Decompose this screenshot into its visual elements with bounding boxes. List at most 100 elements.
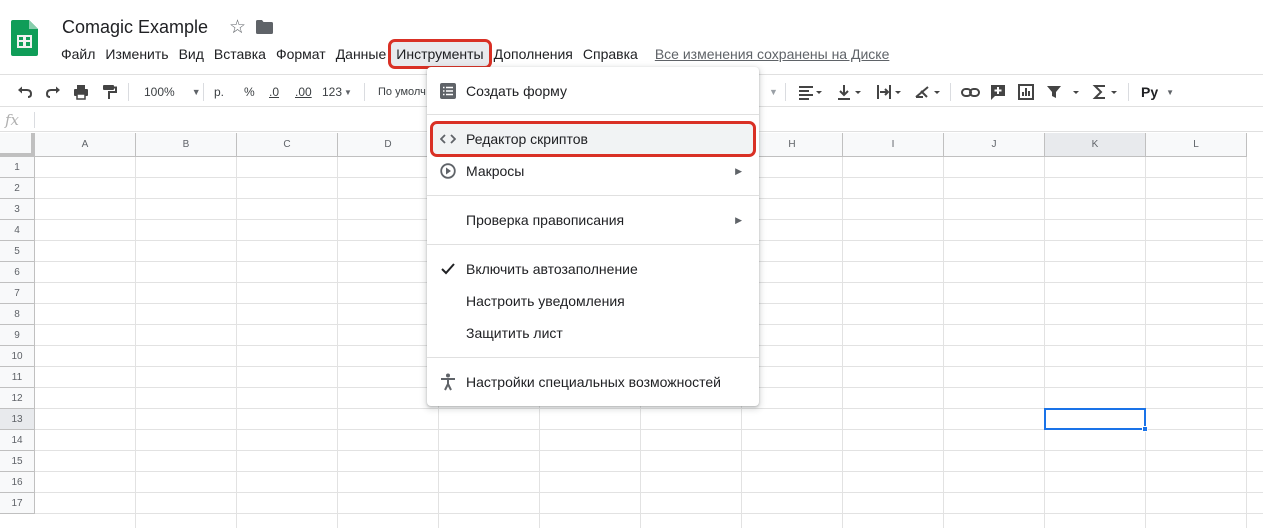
chevron-down-icon[interactable]: ▼ <box>769 82 778 102</box>
currency-format-button[interactable]: р. <box>214 82 224 102</box>
row-header[interactable]: 2 <box>0 178 35 199</box>
row-header[interactable]: 9 <box>0 325 35 346</box>
input-tools-button[interactable]: Ру ▼ <box>1141 82 1174 102</box>
menu-item-label: Настроить уведомления <box>466 293 625 309</box>
filter-icon[interactable] <box>1046 82 1084 102</box>
text-rotation-icon[interactable] <box>914 82 944 102</box>
menu-item-autocomplete[interactable]: Включить автозаполнение <box>427 254 759 284</box>
row-header[interactable]: 6 <box>0 262 35 283</box>
selected-cell[interactable] <box>1044 408 1146 430</box>
menu-item-create-form[interactable]: Создать форму <box>427 76 759 106</box>
percent-label: % <box>244 85 255 99</box>
increase-decimal-button[interactable]: .00 <box>295 82 312 102</box>
column-header[interactable]: J <box>944 133 1045 157</box>
menu-addons[interactable]: Дополнения <box>489 42 578 66</box>
insert-link-icon[interactable] <box>961 82 981 102</box>
sheets-logo-icon[interactable] <box>11 20 38 56</box>
grid-line <box>35 492 1263 493</box>
font-family-value: По умолч <box>378 86 426 98</box>
horizontal-align-icon[interactable] <box>797 82 823 102</box>
menu-item-label: Редактор скриптов <box>466 131 588 147</box>
column-header[interactable]: L <box>1146 133 1247 157</box>
row-header[interactable]: 11 <box>0 367 35 388</box>
functions-icon[interactable] <box>1092 82 1122 102</box>
row-header[interactable]: 16 <box>0 472 35 493</box>
print-icon[interactable] <box>72 82 90 102</box>
column-header[interactable]: I <box>843 133 944 157</box>
menu-view[interactable]: Вид <box>174 42 209 66</box>
row-header[interactable]: 3 <box>0 199 35 220</box>
column-header[interactable]: A <box>35 133 136 157</box>
grid-line <box>842 157 843 528</box>
percent-format-button[interactable]: % <box>244 82 255 102</box>
more-formats-button[interactable]: 123 ▼ <box>322 82 352 102</box>
column-header[interactable]: C <box>237 133 338 157</box>
paint-format-icon[interactable] <box>100 82 118 102</box>
insert-chart-icon[interactable] <box>1017 82 1035 102</box>
row-header[interactable]: 10 <box>0 346 35 367</box>
menu-divider <box>427 357 759 358</box>
decrease-decimal-button[interactable]: .0 <box>269 82 279 102</box>
menu-item-macros[interactable]: Макросы ▶ <box>427 156 759 186</box>
toolbar-divider <box>128 83 129 101</box>
menu-help[interactable]: Справка <box>578 42 643 66</box>
fx-icon: fx <box>5 111 20 129</box>
row-header[interactable]: 5 <box>0 241 35 262</box>
row-header[interactable]: 1 <box>0 157 35 178</box>
text-wrap-icon[interactable] <box>876 82 902 102</box>
row-header[interactable]: 14 <box>0 430 35 451</box>
grid-line <box>135 157 136 528</box>
submenu-arrow-icon: ▶ <box>735 214 742 225</box>
grid-line <box>1044 157 1045 528</box>
menu-divider <box>427 114 759 115</box>
row-header[interactable]: 15 <box>0 451 35 472</box>
column-header[interactable]: K <box>1045 133 1146 157</box>
row-header[interactable]: 12 <box>0 388 35 409</box>
menu-divider <box>427 195 759 196</box>
row-header[interactable]: 17 <box>0 493 35 514</box>
menu-file[interactable]: Файл <box>56 42 100 66</box>
zoom-select[interactable]: 100% ▼ <box>144 82 201 102</box>
menu-item-notifications[interactable]: Настроить уведомления <box>427 286 759 316</box>
toolbar-divider <box>785 83 786 101</box>
menu-item-spellcheck[interactable]: Проверка правописания ▶ <box>427 205 759 235</box>
menu-item-label: Защитить лист <box>466 325 563 341</box>
insert-comment-icon[interactable] <box>989 82 1007 102</box>
column-header[interactable]: B <box>136 133 237 157</box>
row-header[interactable]: 4 <box>0 220 35 241</box>
menu-tools[interactable]: Инструменты <box>388 39 492 69</box>
submenu-arrow-icon: ▶ <box>735 165 742 176</box>
row-header[interactable]: 13 <box>0 409 35 430</box>
redo-icon[interactable] <box>44 82 62 102</box>
menu-edit[interactable]: Изменить <box>100 42 173 66</box>
font-family-select[interactable]: По умолч <box>378 82 426 102</box>
input-tools-label: Ру <box>1141 84 1159 100</box>
menu-item-script-editor[interactable]: Редактор скриптов <box>430 121 756 157</box>
menu-data[interactable]: Данные <box>331 42 392 66</box>
menu-format[interactable]: Формат <box>271 42 331 66</box>
chevron-down-icon: ▼ <box>1166 87 1175 97</box>
grid-line <box>337 157 338 528</box>
fill-handle[interactable] <box>1142 426 1148 432</box>
undo-icon[interactable] <box>16 82 34 102</box>
toolbar-divider <box>203 83 204 101</box>
play-circle-icon <box>439 162 457 180</box>
vertical-align-icon[interactable] <box>836 82 862 102</box>
menu-item-label: Макросы <box>466 163 525 179</box>
menu-item-protect-sheet[interactable]: Защитить лист <box>427 318 759 348</box>
spreadsheet-window: Comagic Example ☆ Файл Изменить Вид Вста… <box>0 0 1263 528</box>
document-title[interactable]: Comagic Example <box>62 17 208 38</box>
formula-bar-divider <box>34 112 35 128</box>
row-header[interactable]: 8 <box>0 304 35 325</box>
select-all-corner[interactable] <box>0 133 35 157</box>
star-icon[interactable]: ☆ <box>229 16 246 39</box>
row-header[interactable]: 7 <box>0 283 35 304</box>
column-header[interactable]: D <box>338 133 439 157</box>
saved-status-link[interactable]: Все изменения сохранены на Диске <box>655 46 890 62</box>
menu-item-accessibility[interactable]: Настройки специальных возможностей <box>427 367 759 397</box>
tools-menu-dropdown: Создать форму Редактор скриптов Макросы … <box>427 67 759 406</box>
check-icon <box>439 260 457 278</box>
menu-item-label: Настройки специальных возможностей <box>466 374 722 390</box>
menu-insert[interactable]: Вставка <box>209 42 271 66</box>
folder-icon[interactable] <box>256 20 273 34</box>
